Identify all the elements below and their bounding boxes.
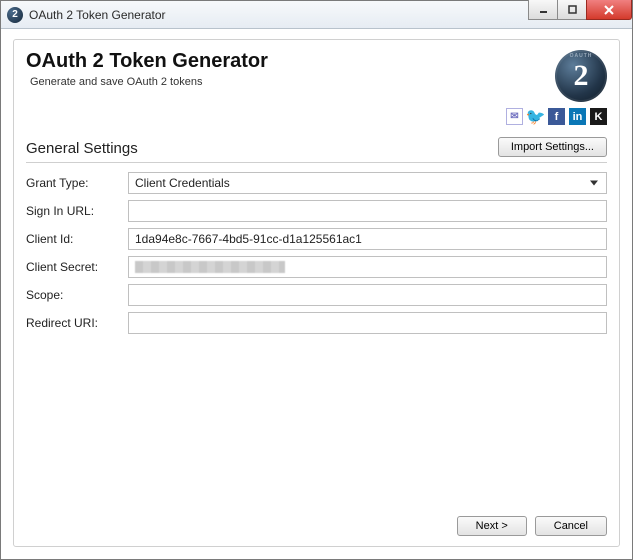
section-title: General Settings	[26, 140, 138, 157]
grant-type-select[interactable]: Client Credentials	[128, 172, 607, 194]
client-secret-input[interactable]	[128, 256, 607, 278]
page-title: OAuth 2 Token Generator	[26, 50, 268, 73]
section-header: General Settings Import Settings...	[26, 137, 607, 159]
client-secret-label: Client Secret:	[26, 260, 128, 274]
scope-input[interactable]	[128, 284, 607, 306]
signin-url-input[interactable]	[128, 200, 607, 222]
minimize-button[interactable]	[528, 0, 558, 20]
client-secret-masked-value	[135, 261, 285, 273]
k-icon[interactable]: K	[590, 108, 607, 125]
maximize-icon	[568, 5, 577, 14]
page-subtitle: Generate and save OAuth 2 tokens	[30, 76, 268, 88]
facebook-icon[interactable]: f	[548, 108, 565, 125]
oauth-logo: 2	[555, 50, 607, 102]
header-row: OAuth 2 Token Generator Generate and sav…	[26, 50, 607, 102]
maximize-button[interactable]	[557, 0, 587, 20]
linkedin-icon[interactable]: in	[569, 108, 586, 125]
dialog-window: 2 OAuth 2 Token Generator OAuth 2 Token …	[0, 0, 633, 560]
cancel-button[interactable]: Cancel	[535, 516, 607, 536]
title-bar[interactable]: 2 OAuth 2 Token Generator	[1, 1, 632, 29]
signin-url-label: Sign In URL:	[26, 204, 128, 218]
redirect-uri-row: Redirect URI:	[26, 312, 607, 334]
grant-type-label: Grant Type:	[26, 176, 128, 190]
close-button[interactable]	[586, 0, 632, 20]
scope-row: Scope:	[26, 284, 607, 306]
grant-type-row: Grant Type: Client Credentials	[26, 172, 607, 194]
next-button[interactable]: Next >	[457, 516, 527, 536]
window-controls	[529, 0, 632, 20]
section-divider	[26, 162, 607, 163]
header-text: OAuth 2 Token Generator Generate and sav…	[26, 50, 268, 88]
window-title: OAuth 2 Token Generator	[29, 8, 166, 22]
client-id-row: Client Id: 1da94e8c-7667-4bd5-91cc-d1a12…	[26, 228, 607, 250]
email-icon[interactable]: ✉	[506, 108, 523, 125]
redirect-uri-label: Redirect URI:	[26, 316, 128, 330]
social-links: ✉ 🐦 f in K	[26, 108, 607, 125]
content-area: OAuth 2 Token Generator Generate and sav…	[1, 29, 632, 559]
minimize-icon	[539, 5, 548, 14]
client-id-input[interactable]: 1da94e8c-7667-4bd5-91cc-d1a125561ac1	[128, 228, 607, 250]
footer-buttons: Next > Cancel	[26, 506, 607, 536]
client-id-value: 1da94e8c-7667-4bd5-91cc-d1a125561ac1	[135, 232, 362, 246]
scope-label: Scope:	[26, 288, 128, 302]
redirect-uri-input[interactable]	[128, 312, 607, 334]
app-icon: 2	[7, 7, 23, 23]
twitter-icon[interactable]: 🐦	[527, 108, 544, 125]
import-settings-button[interactable]: Import Settings...	[498, 137, 607, 157]
client-id-label: Client Id:	[26, 232, 128, 246]
inner-panel: OAuth 2 Token Generator Generate and sav…	[13, 39, 620, 547]
signin-url-row: Sign In URL:	[26, 200, 607, 222]
grant-type-value: Client Credentials	[135, 176, 230, 190]
client-secret-row: Client Secret:	[26, 256, 607, 278]
close-icon	[604, 5, 614, 15]
